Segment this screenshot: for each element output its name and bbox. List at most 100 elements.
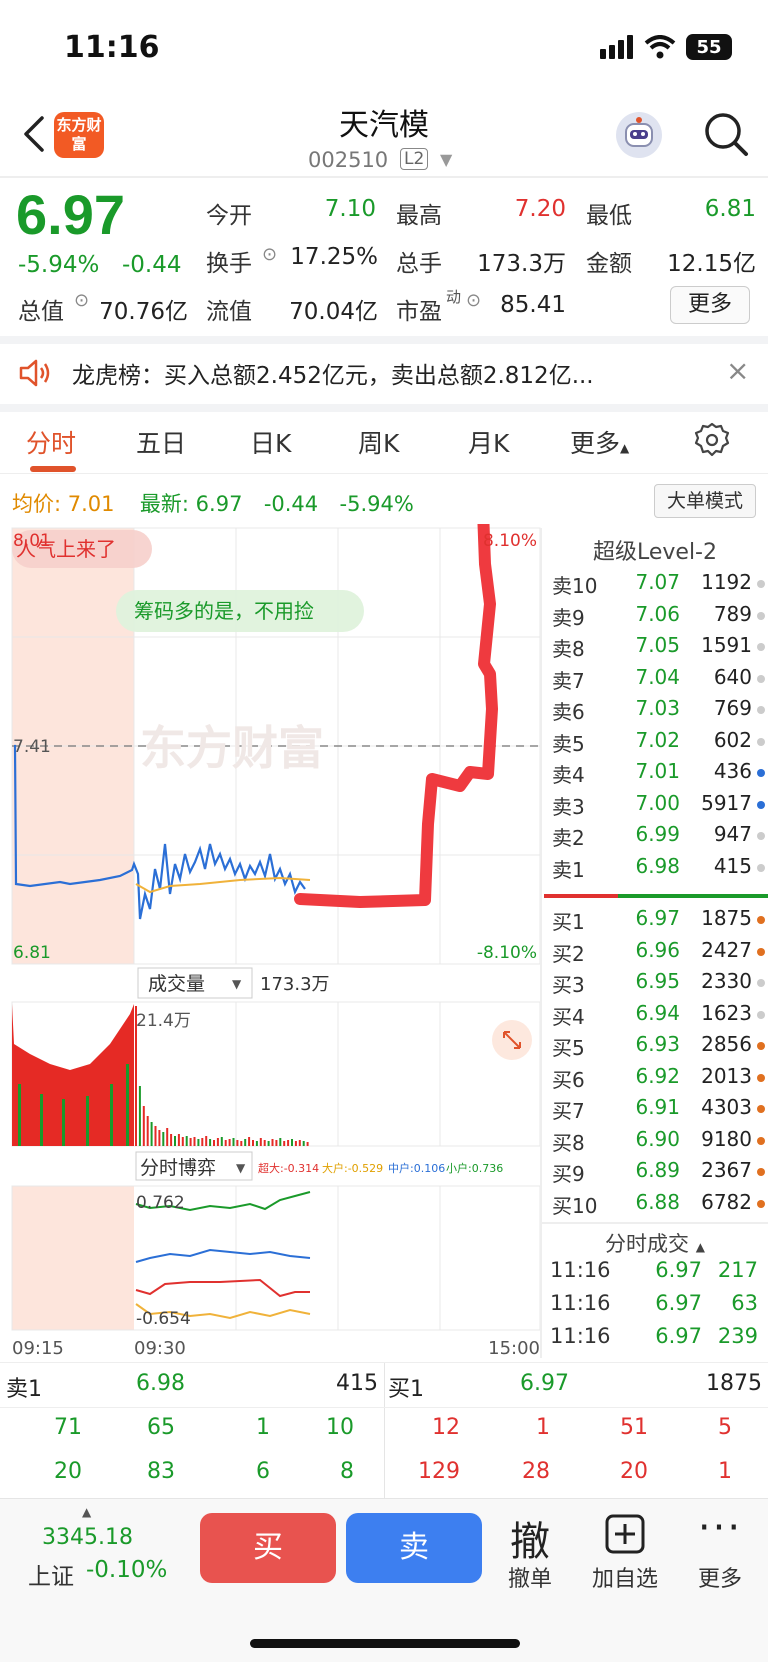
- level1-detail-value: 10: [326, 1415, 354, 1440]
- bid-row[interactable]: 买6 6.92 2013: [542, 1064, 768, 1095]
- ask-row[interactable]: 卖2 6.99 947: [542, 822, 768, 853]
- bid-row[interactable]: 买9 6.89 2367: [542, 1158, 768, 1189]
- bid-row[interactable]: 买4 6.94 1623: [542, 1001, 768, 1032]
- tab-daily-k[interactable]: 日K: [250, 424, 291, 460]
- intraday-chart[interactable]: 东方财富 人气上来了 筹码多的是，不用捡 8.01 7.41 6.81 8.10…: [0, 524, 542, 1362]
- bid-price: 6.88: [635, 1189, 680, 1214]
- volume-label: 总手: [396, 251, 442, 277]
- volume-bar: [294, 1141, 297, 1146]
- bid-row[interactable]: 买7 6.91 4303: [542, 1095, 768, 1126]
- ask-row[interactable]: 卖4 7.01 436: [542, 759, 768, 790]
- ask-row[interactable]: 卖8 7.05 1591: [542, 633, 768, 664]
- close-icon[interactable]: ×: [726, 354, 749, 387]
- ask-volume: 1192: [701, 570, 752, 594]
- ask-level-label: 卖4: [552, 763, 585, 787]
- cancel-order-icon[interactable]: 撤: [500, 1509, 560, 1567]
- tab-weekly-k[interactable]: 周K: [358, 424, 399, 460]
- volume-bar: [240, 1141, 243, 1146]
- add-watchlist-label[interactable]: 加自选: [580, 1561, 670, 1593]
- volume-bar: [298, 1140, 301, 1146]
- bid-price: 6.95: [635, 969, 680, 993]
- bid-row[interactable]: 买8 6.90 9180: [542, 1127, 768, 1158]
- info-icon[interactable]: ⊙: [262, 244, 277, 265]
- add-watchlist-icon[interactable]: [604, 1513, 646, 1555]
- sell-button[interactable]: 卖: [346, 1513, 482, 1583]
- level1-detail-value: 1: [256, 1415, 270, 1440]
- bid-row[interactable]: 买3 6.95 2330: [542, 969, 768, 1000]
- volume-bar: [205, 1136, 208, 1146]
- ask-row[interactable]: 卖5 7.02 602: [542, 728, 768, 759]
- order-marker-dot: [757, 706, 765, 714]
- buy-button[interactable]: 买: [200, 1513, 336, 1583]
- time-end: 15:00: [488, 1338, 540, 1359]
- turnover-value: 17.25%: [290, 244, 378, 270]
- ask-price: 7.03: [635, 696, 680, 720]
- bid-volume: 2367: [701, 1158, 752, 1182]
- ask-row[interactable]: 卖7 7.04 640: [542, 665, 768, 696]
- volume-bar: [306, 1142, 309, 1146]
- volume-bar: [166, 1128, 169, 1146]
- ask-row[interactable]: 卖9 7.06 789: [542, 602, 768, 633]
- tab-five-day[interactable]: 五日: [136, 424, 186, 460]
- book-title: 超级Level-2: [592, 540, 717, 565]
- notice-bar[interactable]: 龙虎榜：买入总额2.452亿元，卖出总额2.812亿... ×: [0, 344, 768, 404]
- ticks-title[interactable]: 分时成交 ▲: [542, 1228, 768, 1258]
- volume-max: 21.4万: [136, 1011, 191, 1031]
- bid-row[interactable]: 买10 6.88 6782: [542, 1190, 768, 1221]
- bid-volume: 2856: [701, 1032, 752, 1056]
- ask-row[interactable]: 卖3 7.00 5917: [542, 791, 768, 822]
- level1-detail-value: 1: [536, 1415, 550, 1440]
- big-order-mode-button[interactable]: 大单模式: [654, 484, 756, 518]
- caret-down-icon: ▼: [232, 977, 242, 991]
- order-marker-dot: [757, 1073, 765, 1082]
- info-icon[interactable]: ⊙: [466, 290, 481, 311]
- caret-down-icon[interactable]: ▼: [440, 150, 452, 169]
- order-marker-dot: [757, 947, 765, 956]
- annotation-stroke: [294, 524, 498, 908]
- bid-row[interactable]: 买2 6.96 2427: [542, 938, 768, 969]
- cancel-order-label[interactable]: 撤单: [485, 1561, 575, 1593]
- bid1-price: 6.97: [520, 1371, 569, 1396]
- tick-time: 11:16: [550, 1324, 611, 1348]
- avg-value: 7.01: [67, 492, 115, 516]
- volume-bar: [150, 1122, 153, 1146]
- time-open: 09:30: [134, 1338, 186, 1359]
- bid-volume: 9180: [701, 1126, 752, 1151]
- bottom-price-label: 6.81: [13, 943, 51, 963]
- ask-row[interactable]: 卖1 6.98 415: [542, 854, 768, 885]
- gear-icon[interactable]: [694, 422, 730, 458]
- tick-time: 11:16: [550, 1291, 611, 1315]
- order-marker-dot: [757, 1199, 765, 1208]
- tick-volume: 217: [717, 1258, 758, 1282]
- bid-level-label: 买10: [552, 1193, 598, 1218]
- ask-list: 卖10 7.07 1192 卖9 7.06 789 卖8 7.05 1591 卖7 7.04 640 卖…: [542, 570, 768, 882]
- ask-row[interactable]: 卖10 7.07 1192: [542, 570, 768, 601]
- volume-bar: [201, 1138, 204, 1146]
- index-percent[interactable]: -0.10%: [86, 1557, 167, 1583]
- tab-more[interactable]: 更多▲: [570, 424, 629, 460]
- order-marker-dot: [757, 916, 765, 924]
- index-name[interactable]: 上证: [28, 1557, 74, 1591]
- tab-monthly-k[interactable]: 月K: [468, 424, 509, 460]
- ask-level-label: 卖6: [552, 700, 585, 724]
- info-icon[interactable]: ⊙: [74, 290, 89, 311]
- tab-intraday[interactable]: 分时: [26, 424, 76, 460]
- order-marker-dot: [757, 1010, 765, 1019]
- search-icon[interactable]: [702, 110, 750, 158]
- bid-row[interactable]: 买1 6.97 1875: [542, 906, 768, 937]
- avg-label: 均价:: [12, 492, 62, 516]
- ask-row[interactable]: 卖6 7.03 769: [542, 696, 768, 727]
- more-dots-icon[interactable]: ···: [690, 1505, 750, 1551]
- bid-price: 6.94: [635, 1000, 680, 1025]
- order-marker-dot: [757, 580, 765, 588]
- index-value[interactable]: 3345.18: [42, 1525, 133, 1550]
- bid-row[interactable]: 买5 6.93 2856: [542, 1032, 768, 1063]
- quote-more-button[interactable]: 更多: [670, 286, 750, 324]
- level1-detail-value: 51: [620, 1415, 648, 1440]
- book-split-bar: [544, 894, 768, 898]
- robot-assistant-icon[interactable]: [616, 112, 662, 158]
- more-label[interactable]: 更多: [675, 1561, 765, 1593]
- level1-detail-value: 12: [432, 1415, 460, 1440]
- status-bar: 11:16 55: [0, 0, 768, 96]
- order-marker-dot: [757, 1105, 765, 1113]
